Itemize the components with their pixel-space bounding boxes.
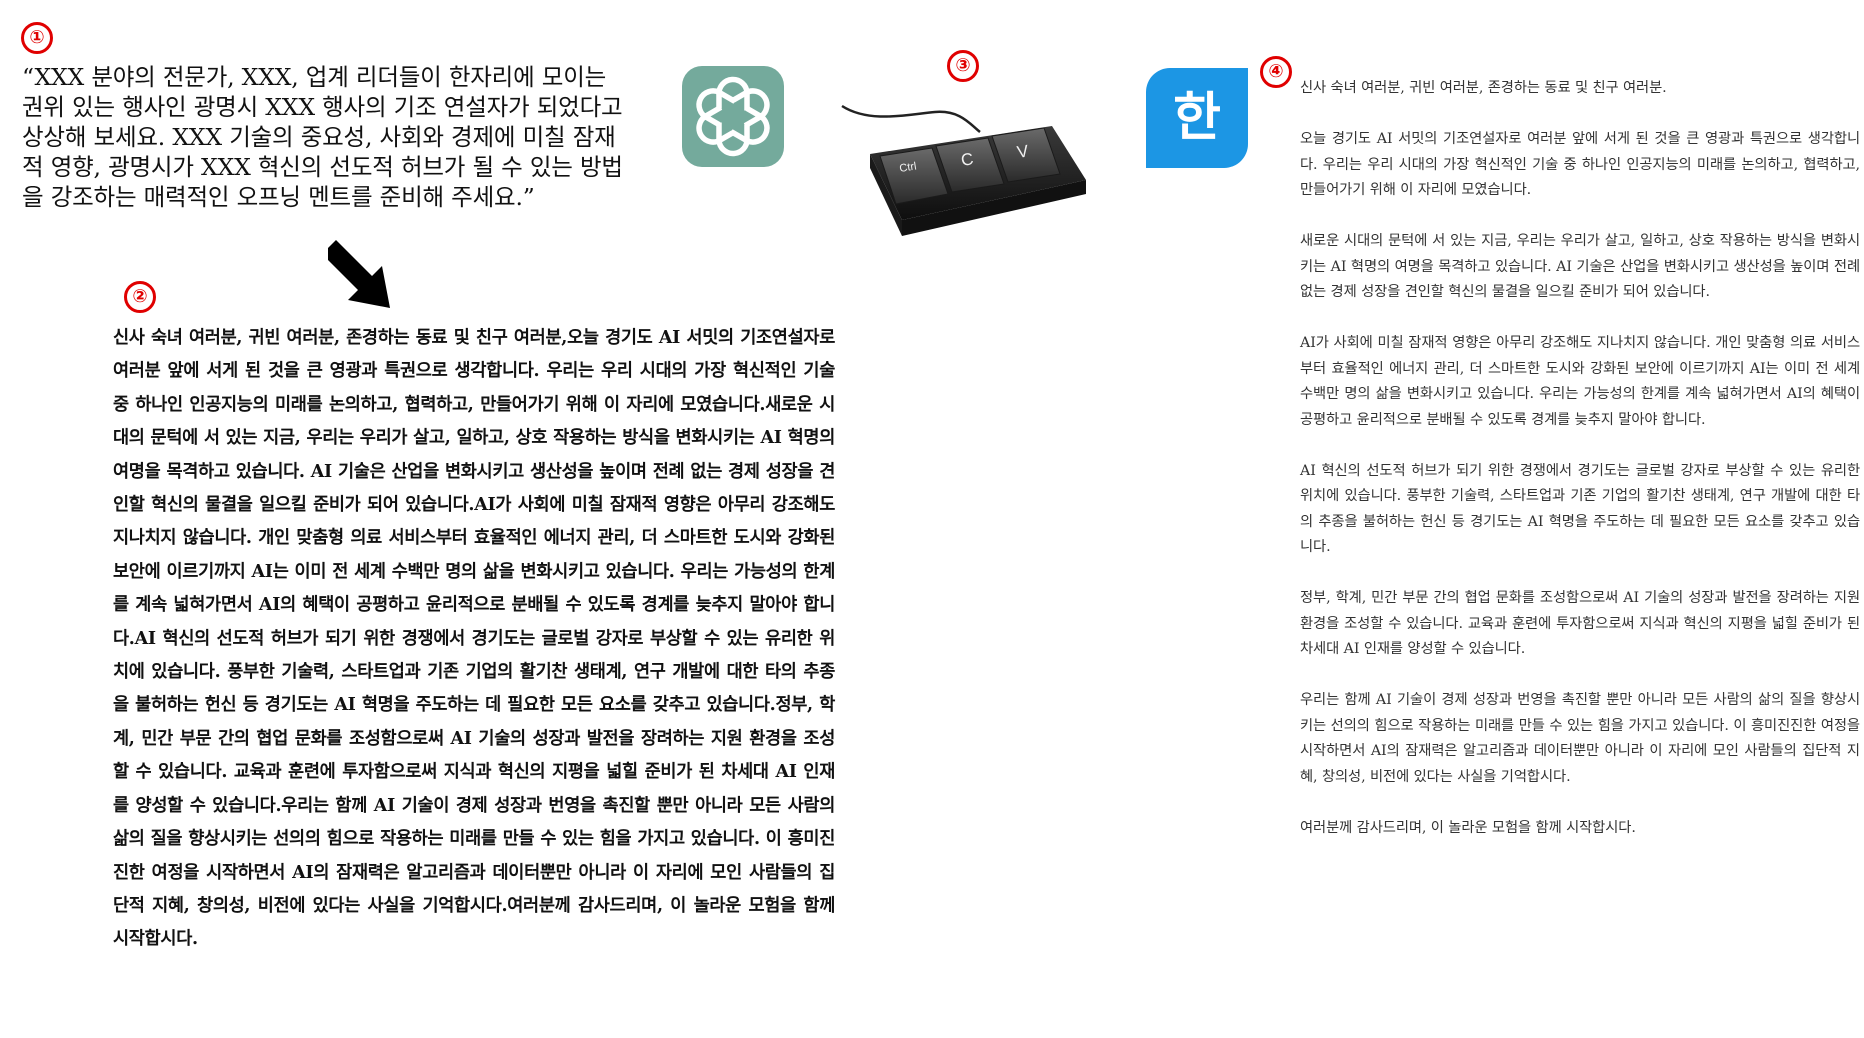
doc-paragraph: 우리는 함께 AI 기술이 경제 성장과 번영을 촉진할 뿐만 아니라 모든 사… [1300,692,1860,785]
doc-paragraph: 여러분께 감사드리며, 이 놀라운 모험을 함께 시작합시다. [1300,819,1636,836]
doc-paragraph: AI 혁신의 선도적 허브가 되기 위한 경쟁에서 경기도는 글로벌 강자로 부… [1300,462,1860,556]
step-marker-4: ④ [1260,56,1292,88]
doc-paragraph: AI가 사회에 미칠 잠재적 영향은 아무리 강조해도 지나치지 않습니다. 개… [1300,335,1860,428]
down-arrow-icon [328,240,390,308]
step-marker-1: ① [21,22,53,54]
step-marker-3: ③ [947,50,979,82]
doc-paragraph: 새로운 시대의 문턱에 서 있는 지금, 우리는 우리가 살고, 일하고, 상호… [1300,233,1860,300]
pasted-document: 신사 숙녀 여러분, 귀빈 여러분, 존경하는 동료 및 친구 여러분. 오늘 … [1300,76,1860,867]
chatgpt-logo-icon [682,66,784,167]
hancom-hangul-logo-icon: 한 [1146,68,1248,168]
hangul-logo-glyph: 한 [1173,88,1221,148]
doc-paragraph: 정부, 학계, 민간 부문 간의 협업 문화를 조성함으로써 AI 기술의 성장… [1300,590,1860,657]
doc-paragraph: 신사 숙녀 여러분, 귀빈 여러분, 존경하는 동료 및 친구 여러분. [1300,80,1667,96]
chatgpt-response-text: 신사 숙녀 여러분, 귀빈 여러분, 존경하는 동료 및 친구 여러분,오늘 경… [113,328,835,950]
step-marker-2: ② [124,281,156,313]
prompt-text: “XXX 분야의 전문가, XXX, 업계 리더들이 한자리에 모이는 권위 있… [22,63,623,211]
doc-paragraph: 오늘 경기도 AI 서밋의 기조연설자로 여러분 앞에 서게 된 것을 큰 영광… [1300,131,1860,198]
keyboard-ctrl-c-v-icon: Ctrl C V [841,104,1086,236]
